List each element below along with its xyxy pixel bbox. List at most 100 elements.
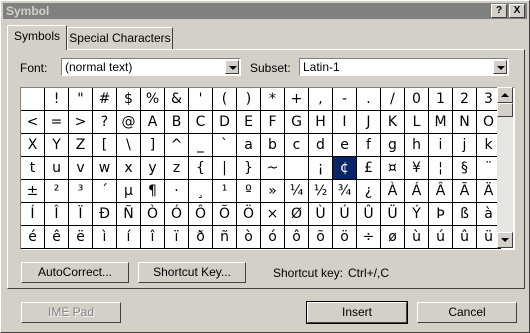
tab-special-characters[interactable]: Special Characters bbox=[67, 27, 173, 50]
symbol-cell[interactable]: y bbox=[141, 157, 165, 180]
symbol-cell[interactable]: . bbox=[357, 88, 381, 111]
symbol-cell[interactable]: í bbox=[117, 226, 141, 249]
symbol-cell[interactable]: Ý bbox=[405, 203, 429, 226]
symbol-cell[interactable]: 1 bbox=[429, 88, 453, 111]
symbol-cell[interactable]: ß bbox=[453, 203, 477, 226]
symbol-cell[interactable]: ñ bbox=[213, 226, 237, 249]
symbol-cell[interactable]: × bbox=[261, 203, 285, 226]
symbol-cell[interactable]: B bbox=[165, 111, 189, 134]
symbol-cell[interactable]: ? bbox=[93, 111, 117, 134]
symbol-cell[interactable]: § bbox=[453, 157, 477, 180]
symbol-cell[interactable]: A bbox=[141, 111, 165, 134]
symbol-cell[interactable]: \ bbox=[117, 134, 141, 157]
symbol-cell[interactable]: K bbox=[381, 111, 405, 134]
symbol-cell[interactable]: H bbox=[309, 111, 333, 134]
symbol-cell[interactable]: ð bbox=[189, 226, 213, 249]
symbol-cell[interactable]: ( bbox=[213, 88, 237, 111]
symbol-cell[interactable]: N bbox=[453, 111, 477, 134]
symbol-cell[interactable]: _ bbox=[189, 134, 213, 157]
symbol-cell[interactable]: ) bbox=[237, 88, 261, 111]
symbol-cell[interactable]: ì bbox=[93, 226, 117, 249]
symbol-cell[interactable]: ^ bbox=[165, 134, 189, 157]
symbol-cell[interactable]: * bbox=[261, 88, 285, 111]
insert-button[interactable]: Insert bbox=[306, 301, 408, 324]
symbol-cell[interactable]: Â bbox=[429, 180, 453, 203]
symbol-cell[interactable]: ¾ bbox=[333, 180, 357, 203]
symbol-cell[interactable]: d bbox=[309, 134, 333, 157]
symbol-cell[interactable]: J bbox=[357, 111, 381, 134]
symbol-cell[interactable]: ~ bbox=[261, 157, 285, 180]
symbol-cell[interactable]: X bbox=[21, 134, 45, 157]
cancel-button[interactable]: Cancel bbox=[417, 302, 517, 323]
symbol-cell[interactable]: M bbox=[429, 111, 453, 134]
symbol-cell[interactable]: ï bbox=[165, 226, 189, 249]
symbol-cell[interactable]: ò bbox=[237, 226, 261, 249]
symbol-cell[interactable]: Á bbox=[405, 180, 429, 203]
symbol-cell[interactable]: î bbox=[141, 226, 165, 249]
symbol-cell[interactable]: E bbox=[237, 111, 261, 134]
symbol-cell[interactable]: b bbox=[261, 134, 285, 157]
symbol-cell[interactable]: Ñ bbox=[117, 203, 141, 226]
symbol-cell[interactable]: Ô bbox=[189, 203, 213, 226]
symbol-cell[interactable]: = bbox=[45, 111, 69, 134]
symbol-cell[interactable]: + bbox=[285, 88, 309, 111]
symbol-cell[interactable]: ¥ bbox=[405, 157, 429, 180]
symbol-cell[interactable]: j bbox=[453, 134, 477, 157]
symbol-cell[interactable]: f bbox=[357, 134, 381, 157]
symbol-cell[interactable]: » bbox=[261, 180, 285, 203]
symbol-cell[interactable]: Ò bbox=[141, 203, 165, 226]
symbol-cell[interactable]: ² bbox=[45, 180, 69, 203]
chevron-down-icon[interactable] bbox=[493, 60, 507, 74]
symbol-cell[interactable]: ! bbox=[45, 88, 69, 111]
symbol-cell[interactable]: ± bbox=[21, 180, 45, 203]
symbol-cell[interactable] bbox=[21, 88, 45, 111]
symbol-cell[interactable]: < bbox=[21, 111, 45, 134]
symbol-cell[interactable]: £ bbox=[357, 157, 381, 180]
symbol-cell[interactable]: @ bbox=[117, 111, 141, 134]
help-button[interactable]: ? bbox=[491, 4, 507, 18]
symbol-cell[interactable]: Ú bbox=[333, 203, 357, 226]
symbol-cell[interactable]: Û bbox=[357, 203, 381, 226]
symbol-cell[interactable]: û bbox=[453, 226, 477, 249]
symbol-cell[interactable]: % bbox=[141, 88, 165, 111]
symbol-cell[interactable]: ` bbox=[213, 134, 237, 157]
symbol-cell[interactable]: [ bbox=[93, 134, 117, 157]
symbol-cell[interactable]: L bbox=[405, 111, 429, 134]
scroll-thumb[interactable] bbox=[497, 103, 513, 117]
symbol-cell[interactable]: g bbox=[381, 134, 405, 157]
symbol-cell[interactable]: t bbox=[21, 157, 45, 180]
symbol-cell[interactable]: Ü bbox=[381, 203, 405, 226]
symbol-cell[interactable]: u bbox=[45, 157, 69, 180]
symbol-cell[interactable]: ' bbox=[189, 88, 213, 111]
symbol-cell[interactable]: c bbox=[285, 134, 309, 157]
symbol-cell[interactable]: Ø bbox=[285, 203, 309, 226]
symbol-cell[interactable]: ¶ bbox=[141, 180, 165, 203]
symbol-cell[interactable]: C bbox=[189, 111, 213, 134]
symbol-cell[interactable]: õ bbox=[309, 226, 333, 249]
scroll-down-icon[interactable] bbox=[497, 232, 513, 248]
symbol-cell[interactable]: ´ bbox=[93, 180, 117, 203]
symbol-cell[interactable]: ] bbox=[141, 134, 165, 157]
symbol-cell[interactable]: | bbox=[213, 157, 237, 180]
symbol-cell[interactable]: - bbox=[333, 88, 357, 111]
symbol-cell[interactable]: 0 bbox=[405, 88, 429, 111]
symbol-cell[interactable]: & bbox=[165, 88, 189, 111]
shortcut-key-button[interactable]: Shortcut Key... bbox=[138, 262, 246, 283]
symbol-cell[interactable]: Z bbox=[69, 134, 93, 157]
symbol-cell[interactable]: ¼ bbox=[285, 180, 309, 203]
symbol-cell[interactable]: e bbox=[333, 134, 357, 157]
symbol-cell[interactable]: i bbox=[429, 134, 453, 157]
symbol-cell[interactable]: ½ bbox=[309, 180, 333, 203]
symbol-cell[interactable] bbox=[285, 157, 309, 180]
symbol-cell[interactable]: , bbox=[309, 88, 333, 111]
symbol-cell[interactable]: ¸ bbox=[189, 180, 213, 203]
symbol-cell[interactable]: F bbox=[261, 111, 285, 134]
symbol-cell[interactable]: $ bbox=[117, 88, 141, 111]
symbol-cell[interactable]: w bbox=[93, 157, 117, 180]
chevron-down-icon[interactable] bbox=[225, 60, 239, 74]
symbol-cell[interactable]: Ï bbox=[69, 203, 93, 226]
symbol-cell[interactable]: Ó bbox=[165, 203, 189, 226]
symbol-cell[interactable]: ø bbox=[381, 226, 405, 249]
symbol-cell[interactable]: Ã bbox=[453, 180, 477, 203]
symbol-cell[interactable]: ó bbox=[261, 226, 285, 249]
